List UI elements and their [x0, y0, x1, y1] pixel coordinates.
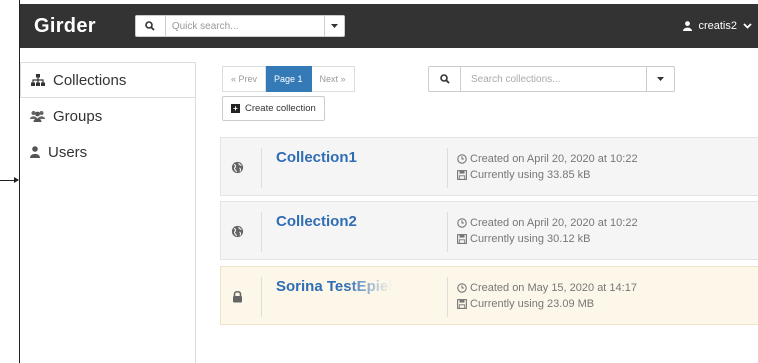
collection-row[interactable]: Collection1 Created on April 20, 2020 at… [220, 137, 758, 196]
floppy-disk-icon [457, 299, 467, 309]
sidebar-item-users[interactable]: Users [20, 134, 196, 170]
caret-down-icon [330, 24, 338, 28]
clock-icon [457, 154, 467, 164]
collection-row[interactable]: Sorina TestEpiel Created on May 15, 2020… [220, 266, 758, 325]
brand-logo[interactable]: Girder [34, 15, 96, 38]
clock-icon [457, 218, 467, 228]
caret-down-icon [657, 77, 664, 81]
sidebar-item-collections[interactable]: Collections [20, 62, 196, 98]
usage-size: Currently using 33.85 kB [470, 169, 591, 181]
globe-icon [229, 159, 245, 175]
current-page-button[interactable]: Page 1 [266, 66, 312, 92]
users-icon [30, 111, 45, 122]
next-page-button[interactable]: Next » [311, 66, 355, 92]
prev-page-button[interactable]: « Prev [222, 66, 267, 92]
globe-icon [229, 223, 245, 239]
created-date: Created on April 20, 2020 at 10:22 [470, 153, 638, 165]
collection-search-input[interactable] [461, 66, 647, 92]
divider [447, 277, 448, 317]
create-collection-button[interactable]: + Create collection [222, 96, 325, 121]
quick-search-input[interactable] [165, 15, 325, 37]
usage-size: Currently using 23.09 MB [470, 298, 595, 310]
usage-size: Currently using 30.12 kB [470, 233, 591, 245]
collection-search-dropdown-button[interactable] [647, 66, 675, 92]
collection-name-link[interactable]: Collection2 [276, 213, 444, 230]
user-menu[interactable]: creatis2 [683, 4, 752, 48]
top-navbar: Girder creatis2 [20, 4, 758, 48]
quick-search-dropdown-button[interactable] [324, 15, 345, 37]
collection-meta: Created on May 15, 2020 at 14:17 Current… [457, 280, 637, 312]
sidebar-item-groups[interactable]: Groups [20, 98, 196, 134]
created-date: Created on May 15, 2020 at 14:17 [470, 282, 637, 294]
floppy-disk-icon [457, 234, 467, 244]
sidebar-item-label: Groups [53, 107, 103, 125]
user-icon [30, 146, 40, 158]
divider [261, 212, 262, 252]
pagination: « Prev Page 1 Next » [222, 66, 355, 92]
page: Girder creatis2 Collections [0, 0, 758, 363]
divider [447, 212, 448, 252]
sidebar: Collections Groups Users [20, 62, 196, 170]
collection-meta: Created on April 20, 2020 at 10:22 Curre… [457, 215, 638, 247]
collection-name-link[interactable]: Sorina TestEpiel [276, 278, 444, 295]
collection-search [428, 66, 675, 92]
lock-icon [229, 288, 245, 304]
divider [261, 277, 262, 317]
search-icon [134, 15, 166, 37]
created-date: Created on April 20, 2020 at 10:22 [470, 217, 638, 229]
floppy-disk-icon [457, 170, 467, 180]
divider [261, 148, 262, 188]
search-icon [428, 66, 461, 92]
quick-search [134, 15, 345, 37]
pointer-arrow [0, 177, 19, 183]
user-icon [683, 21, 693, 31]
user-name: creatis2 [698, 20, 737, 32]
collection-name-link[interactable]: Collection1 [276, 149, 444, 166]
sitemap-icon [31, 74, 45, 86]
sidebar-item-label: Collections [53, 71, 127, 89]
collection-meta: Created on April 20, 2020 at 10:22 Curre… [457, 151, 638, 183]
plus-squared-icon: + [231, 104, 240, 113]
collection-row[interactable]: Collection2 Created on April 20, 2020 at… [220, 201, 758, 260]
sidebar-divider [195, 62, 196, 363]
clock-icon [457, 283, 467, 293]
chevron-down-icon [743, 23, 752, 29]
divider [447, 148, 448, 188]
sidebar-item-label: Users [48, 143, 88, 161]
create-collection-label: Create collection [245, 103, 316, 114]
frame-line [19, 0, 20, 363]
